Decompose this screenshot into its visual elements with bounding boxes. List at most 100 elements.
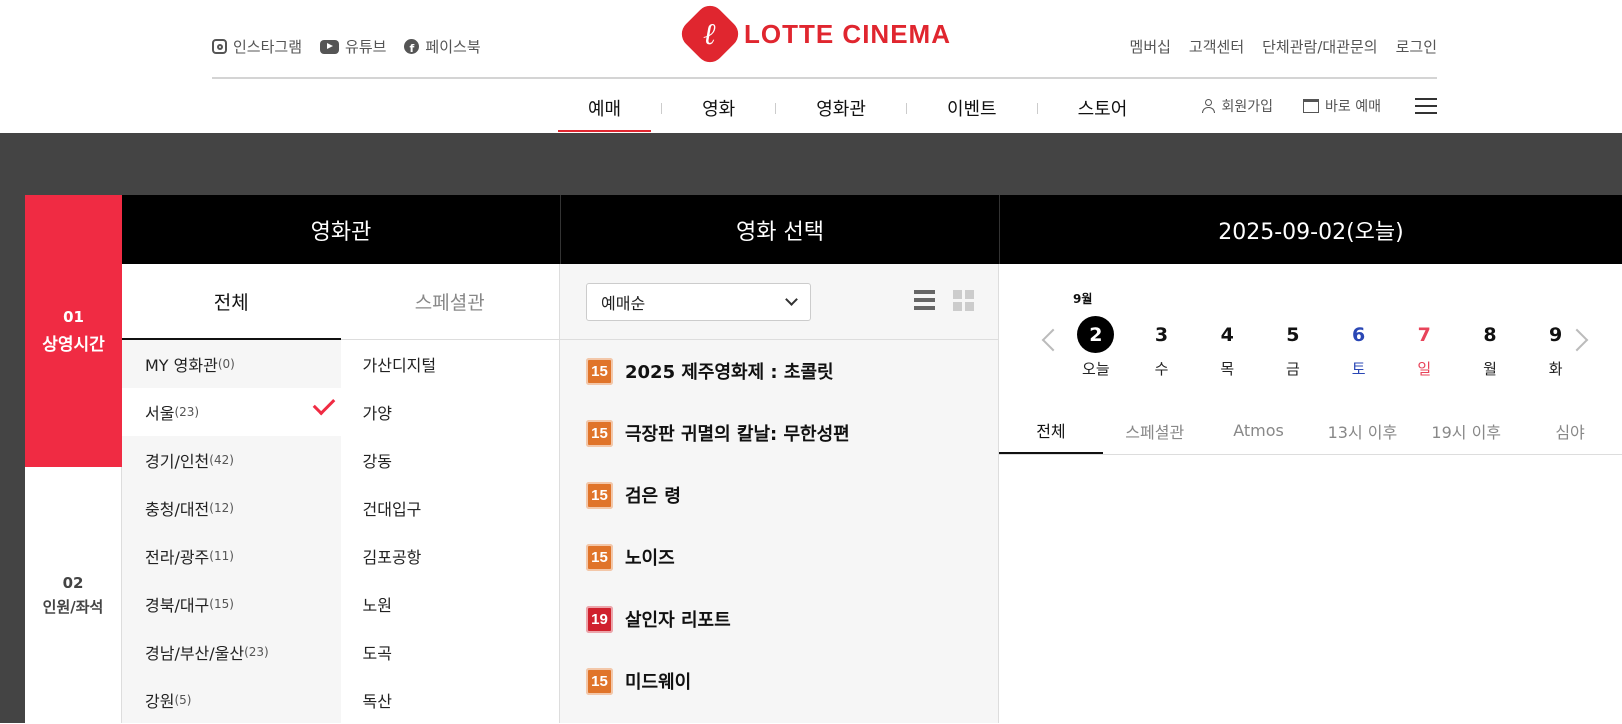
tab-all-cinemas[interactable]: 전체 — [122, 264, 341, 340]
step-number: 01 — [63, 307, 84, 326]
movie-item[interactable]: 15 극장판 귀멸의 칼날: 무한성편 — [560, 402, 998, 464]
grid-view-icon[interactable] — [953, 290, 974, 311]
theater-item[interactable]: 노원 — [341, 580, 560, 628]
theater-item[interactable]: 가양 — [341, 388, 560, 436]
util-customer-center[interactable]: 고객센터 — [1189, 36, 1244, 57]
date-weekday: 오늘 — [1082, 360, 1110, 378]
theater-item[interactable]: 김포공항 — [341, 532, 560, 580]
tab-special-cinemas[interactable]: 스페셜관 — [340, 264, 559, 340]
util-login[interactable]: 로그인 — [1396, 36, 1437, 57]
date-strip: 2 오늘 3수 4목 5금 6토 7일 8월 9화 — [1063, 316, 1589, 379]
region-item[interactable]: 전라/광주 (11) — [122, 532, 341, 580]
logo-text: LOTTE CINEMA — [744, 18, 951, 49]
date-column-header: 2025-09-02(오늘) — [999, 195, 1622, 264]
date-number: 4 — [1220, 323, 1234, 346]
site-header: 인스타그램 유튜브 f 페이스북 ℓ LOTTE CINEMA 멤버십 고객센터… — [0, 0, 1622, 133]
age-rating-badge: 15 — [586, 419, 613, 447]
movie-item[interactable]: 15 미드웨이 — [560, 650, 998, 712]
sort-select[interactable]: 예매순 — [586, 283, 811, 321]
nav-cinemas[interactable]: 영화관 — [786, 84, 896, 132]
nav-booking[interactable]: 예매 — [558, 84, 652, 132]
region-item[interactable]: 경기/인천 (42) — [122, 436, 341, 484]
signup-link[interactable]: 회원가입 — [1202, 96, 1273, 116]
date-weekday: 수 — [1154, 360, 1169, 378]
theater-item[interactable]: 독산 — [341, 676, 560, 724]
util-group-rental[interactable]: 단체관람/대관문의 — [1262, 36, 1377, 57]
tab-special[interactable]: 스페셜관 — [1103, 407, 1207, 454]
ticket-icon — [1303, 99, 1320, 113]
age-rating-badge: 15 — [586, 481, 613, 509]
theater-item[interactable]: 도곡 — [341, 628, 560, 676]
date-number: 9 — [1549, 323, 1563, 346]
list-view-icon[interactable] — [914, 290, 935, 310]
logo-mark-icon: ℓ — [676, 0, 744, 68]
instagram-link[interactable]: 인스타그램 — [212, 36, 302, 57]
date-item-saturday[interactable]: 6토 — [1326, 316, 1392, 379]
age-rating-badge: 19 — [586, 605, 613, 633]
step-number: 02 — [62, 573, 84, 592]
region-count: (0) — [217, 357, 235, 371]
quick-booking-link[interactable]: 바로 예매 — [1303, 96, 1381, 116]
movie-panel: 예매순 15 2025 제주영화제 : 초콜릿 15 극장판 귀멸의 칼날: 무한성… — [560, 264, 999, 723]
movie-toolbar: 예매순 — [560, 264, 998, 340]
movie-item[interactable]: 15 검은 령 — [560, 464, 998, 526]
region-name: 전라/광주 — [145, 548, 210, 567]
movie-title: 노이즈 — [625, 548, 675, 569]
step-showtime[interactable]: 01 상영시간 — [25, 195, 122, 467]
date-number: 8 — [1483, 323, 1497, 346]
nav-events[interactable]: 이벤트 — [917, 84, 1027, 132]
date-item-today[interactable]: 2 오늘 — [1063, 316, 1129, 379]
date-item[interactable]: 8월 — [1457, 316, 1523, 379]
cinema-tabs: 전체 스페셜관 — [122, 264, 559, 340]
hamburger-menu-icon[interactable] — [1415, 98, 1437, 114]
date-number: 7 — [1417, 323, 1431, 346]
region-item-selected[interactable]: 서울 (23) — [122, 388, 341, 436]
region-item[interactable]: 강원 (5) — [122, 676, 341, 724]
utility-menu: 멤버십 고객센터 단체관람/대관문의 로그인 — [1130, 36, 1437, 57]
tab-all-showtimes[interactable]: 전체 — [999, 407, 1103, 454]
theater-item[interactable]: 강동 — [341, 436, 560, 484]
date-weekday: 월 — [1483, 360, 1497, 378]
movie-item[interactable]: 15 노이즈 — [560, 526, 998, 588]
showtime-filter-tabs: 전체 스페셜관 Atmos 13시 이후 19시 이후 심야 — [999, 407, 1622, 455]
theater-item[interactable]: 가산디지털 — [341, 340, 560, 388]
nav-movies[interactable]: 영화 — [672, 84, 765, 132]
main-nav: 예매 영화 영화관 이벤트 스토어 — [558, 84, 1157, 132]
quick-menu: 회원가입 바로 예매 — [1202, 96, 1437, 116]
region-count: (23) — [244, 645, 269, 659]
region-item[interactable]: 경북/대구 (15) — [122, 580, 341, 628]
chevron-down-icon — [785, 293, 798, 306]
theater-item[interactable]: 건대입구 — [341, 484, 560, 532]
facebook-label: 페이스북 — [425, 38, 481, 56]
facebook-link[interactable]: f 페이스북 — [404, 36, 481, 57]
age-rating-badge: 15 — [586, 543, 613, 571]
date-number: 3 — [1154, 323, 1169, 346]
date-item[interactable]: 5금 — [1260, 316, 1326, 379]
region-item[interactable]: 충청/대전 (12) — [122, 484, 341, 532]
tab-atmos[interactable]: Atmos — [1207, 407, 1311, 454]
tab-after-19[interactable]: 19시 이후 — [1414, 407, 1518, 454]
region-item[interactable]: MY 영화관 (0) — [122, 340, 341, 388]
movie-title: 검은 령 — [625, 486, 681, 507]
nav-store[interactable]: 스토어 — [1048, 84, 1158, 132]
quick-booking-label: 바로 예매 — [1325, 99, 1381, 115]
date-weekday: 화 — [1548, 360, 1563, 378]
chevron-left-icon[interactable] — [1041, 328, 1065, 352]
tab-after-13[interactable]: 13시 이후 — [1310, 407, 1414, 454]
date-item[interactable]: 4목 — [1194, 316, 1260, 379]
region-name: 경남/부산/울산 — [145, 644, 245, 663]
step-seats[interactable]: 02 인원/좌석 — [25, 467, 122, 723]
util-membership[interactable]: 멤버십 — [1130, 36, 1171, 57]
date-item-sunday[interactable]: 7일 — [1391, 316, 1457, 379]
youtube-label: 유튜브 — [345, 38, 387, 56]
age-rating-badge: 15 — [586, 667, 613, 695]
lotte-cinema-logo[interactable]: ℓ LOTTE CINEMA — [676, 0, 951, 68]
date-item[interactable]: 3수 — [1129, 316, 1195, 379]
tab-late-night[interactable]: 심야 — [1518, 407, 1622, 454]
movie-item[interactable]: 15 2025 제주영화제 : 초콜릿 — [560, 340, 998, 402]
youtube-link[interactable]: 유튜브 — [320, 36, 386, 57]
region-name: 강원 — [145, 692, 175, 711]
header-divider — [212, 77, 1437, 79]
region-item[interactable]: 경남/부산/울산 (23) — [122, 628, 341, 676]
movie-item[interactable]: 19 살인자 리포트 — [560, 588, 998, 650]
